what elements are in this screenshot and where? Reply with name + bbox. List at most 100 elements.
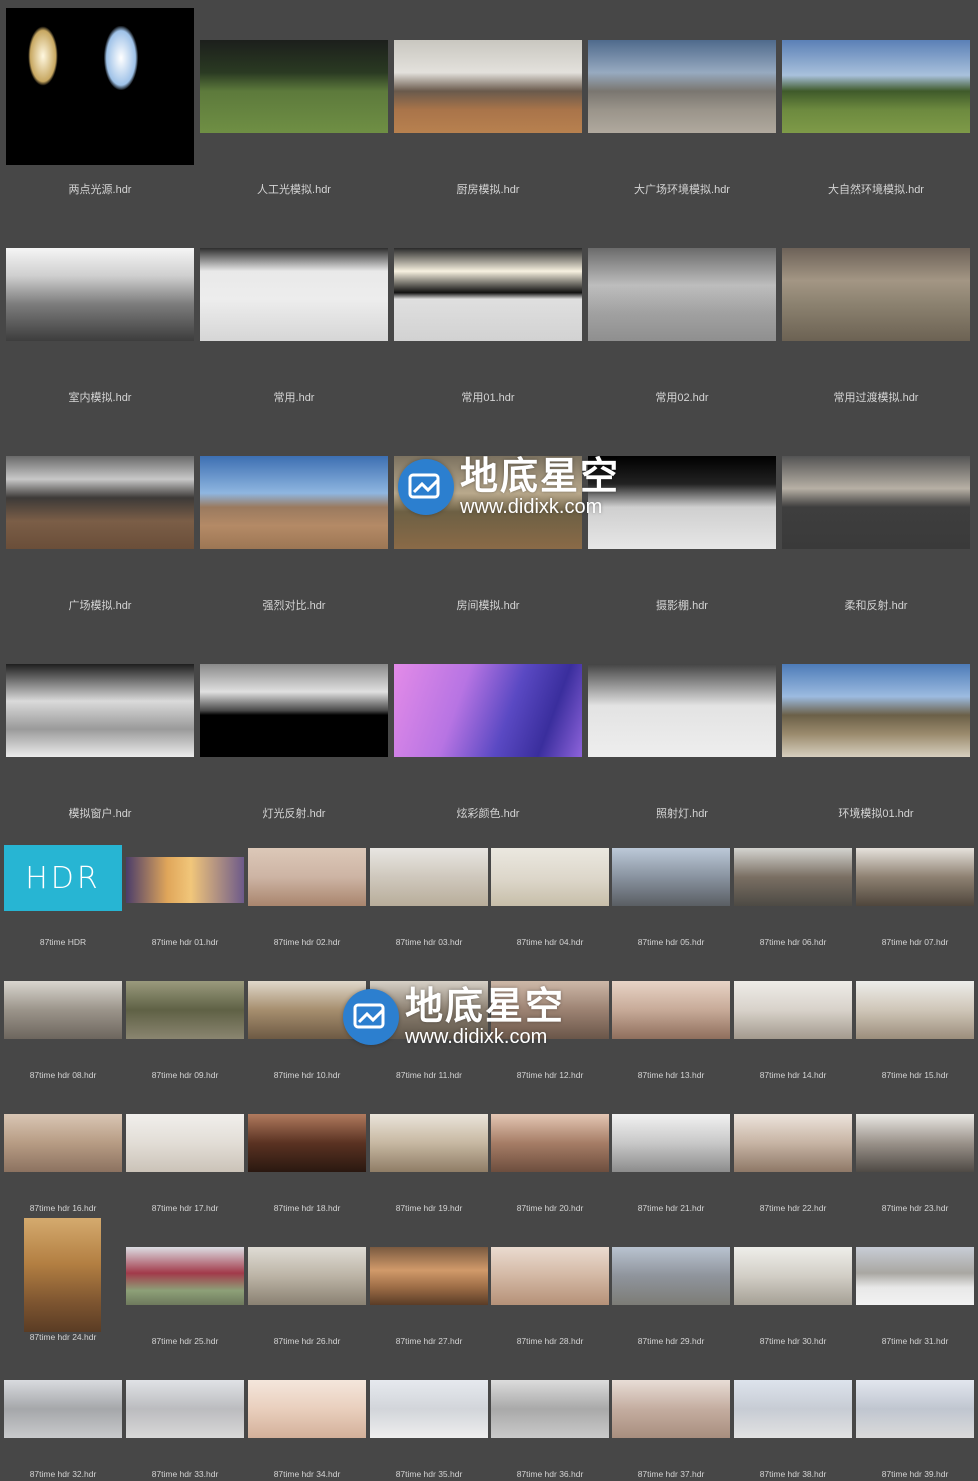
- hdr-file-item[interactable]: 厨房模拟.hdr: [394, 0, 582, 200]
- hdr-thumbnail[interactable]: [24, 1218, 101, 1332]
- hdr-file-item[interactable]: 摄影棚.hdr: [588, 416, 776, 616]
- hdr-thumbnail[interactable]: [491, 848, 609, 906]
- hdr-file-item[interactable]: 环境模拟01.hdr: [782, 624, 970, 824]
- hdr-thumbnail[interactable]: [491, 981, 609, 1039]
- hdr-file-item[interactable]: 室内模拟.hdr: [6, 208, 194, 408]
- hdr-thumbnail[interactable]: [126, 1114, 244, 1172]
- hdr-file-item[interactable]: 87time hdr 16.hdr: [4, 1111, 122, 1215]
- hdr-thumbnail[interactable]: [856, 981, 974, 1039]
- hdr-file-item[interactable]: 87time hdr 35.hdr: [370, 1377, 488, 1481]
- hdr-file-item[interactable]: HDR 87time HDR: [4, 845, 122, 949]
- hdr-file-item[interactable]: 87time hdr 39.hdr: [856, 1377, 974, 1481]
- hdr-thumbnail[interactable]: [612, 1247, 730, 1305]
- hdr-file-item[interactable]: 87time hdr 36.hdr: [491, 1377, 609, 1481]
- hdr-thumbnail[interactable]: HDR: [4, 845, 122, 911]
- hdr-file-item[interactable]: 87time hdr 07.hdr: [856, 845, 974, 949]
- hdr-file-item[interactable]: 常用01.hdr: [394, 208, 582, 408]
- hdr-thumbnail[interactable]: [200, 40, 388, 133]
- hdr-file-item[interactable]: 87time hdr 02.hdr: [248, 845, 366, 949]
- hdr-file-item[interactable]: 87time hdr 06.hdr: [734, 845, 852, 949]
- hdr-file-item[interactable]: 87time hdr 20.hdr: [491, 1111, 609, 1215]
- hdr-thumbnail[interactable]: [588, 40, 776, 133]
- hdr-thumbnail[interactable]: [856, 1114, 974, 1172]
- hdr-file-item[interactable]: 87time hdr 15.hdr: [856, 978, 974, 1082]
- hdr-file-item[interactable]: 大自然环境模拟.hdr: [782, 0, 970, 200]
- hdr-file-item[interactable]: 常用.hdr: [200, 208, 388, 408]
- hdr-file-item[interactable]: 87time hdr 31.hdr: [856, 1244, 974, 1348]
- hdr-thumbnail[interactable]: [612, 1380, 730, 1438]
- hdr-file-item[interactable]: 两点光源.hdr: [6, 0, 194, 200]
- hdr-thumbnail[interactable]: [6, 8, 194, 165]
- hdr-thumbnail[interactable]: [394, 456, 582, 549]
- hdr-file-item[interactable]: 87time hdr 33.hdr: [126, 1377, 244, 1481]
- hdr-thumbnail[interactable]: [200, 456, 388, 549]
- hdr-thumbnail[interactable]: [782, 248, 970, 341]
- hdr-file-item[interactable]: 87time hdr 05.hdr: [612, 845, 730, 949]
- hdr-thumbnail[interactable]: [588, 456, 776, 549]
- hdr-thumbnail[interactable]: [248, 1380, 366, 1438]
- hdr-thumbnail[interactable]: [248, 848, 366, 906]
- hdr-file-item[interactable]: 人工光模拟.hdr: [200, 0, 388, 200]
- hdr-file-item[interactable]: 常用过渡模拟.hdr: [782, 208, 970, 408]
- hdr-thumbnail[interactable]: [856, 848, 974, 906]
- hdr-thumbnail[interactable]: [126, 1380, 244, 1438]
- hdr-thumbnail[interactable]: [4, 981, 122, 1039]
- hdr-thumbnail[interactable]: [588, 664, 776, 757]
- hdr-file-item[interactable]: 炫彩颜色.hdr: [394, 624, 582, 824]
- hdr-thumbnail[interactable]: [248, 981, 366, 1039]
- hdr-file-item[interactable]: 强烈对比.hdr: [200, 416, 388, 616]
- hdr-thumbnail[interactable]: [4, 1114, 122, 1172]
- hdr-file-item[interactable]: 87time hdr 25.hdr: [126, 1244, 244, 1348]
- hdr-file-item[interactable]: 柔和反射.hdr: [782, 416, 970, 616]
- hdr-thumbnail[interactable]: [248, 1114, 366, 1172]
- hdr-file-item[interactable]: 87time hdr 30.hdr: [734, 1244, 852, 1348]
- hdr-thumbnail[interactable]: [4, 1380, 122, 1438]
- hdr-thumbnail[interactable]: [248, 1247, 366, 1305]
- hdr-thumbnail[interactable]: [370, 1380, 488, 1438]
- hdr-thumbnail[interactable]: [588, 248, 776, 341]
- hdr-thumbnail[interactable]: [200, 664, 388, 757]
- hdr-file-item[interactable]: 87time hdr 29.hdr: [612, 1244, 730, 1348]
- hdr-thumbnail[interactable]: [782, 456, 970, 549]
- hdr-thumbnail[interactable]: [491, 1114, 609, 1172]
- hdr-file-item[interactable]: 常用02.hdr: [588, 208, 776, 408]
- hdr-file-item[interactable]: 87time hdr 04.hdr: [491, 845, 609, 949]
- hdr-file-item[interactable]: 87time hdr 09.hdr: [126, 978, 244, 1082]
- hdr-thumbnail[interactable]: [734, 1247, 852, 1305]
- hdr-thumbnail[interactable]: [734, 1114, 852, 1172]
- hdr-thumbnail[interactable]: [612, 848, 730, 906]
- hdr-thumbnail[interactable]: [612, 981, 730, 1039]
- hdr-file-item[interactable]: 87time hdr 22.hdr: [734, 1111, 852, 1215]
- hdr-thumbnail[interactable]: [734, 981, 852, 1039]
- hdr-file-item[interactable]: 87time hdr 23.hdr: [856, 1111, 974, 1215]
- hdr-thumbnail[interactable]: [6, 248, 194, 341]
- hdr-file-item[interactable]: 87time hdr 10.hdr: [248, 978, 366, 1082]
- hdr-file-item[interactable]: 87time hdr 32.hdr: [4, 1377, 122, 1481]
- hdr-thumbnail[interactable]: [394, 248, 582, 341]
- hdr-thumbnail[interactable]: [394, 664, 582, 757]
- hdr-file-item[interactable]: 模拟窗户.hdr: [6, 624, 194, 824]
- hdr-file-item[interactable]: 87time hdr 34.hdr: [248, 1377, 366, 1481]
- hdr-file-item[interactable]: 大广场环境模拟.hdr: [588, 0, 776, 200]
- hdr-thumbnail[interactable]: [126, 857, 244, 903]
- hdr-file-item[interactable]: 照射灯.hdr: [588, 624, 776, 824]
- hdr-file-item[interactable]: 87time hdr 08.hdr: [4, 978, 122, 1082]
- hdr-thumbnail[interactable]: [370, 848, 488, 906]
- hdr-thumbnail[interactable]: [734, 1380, 852, 1438]
- hdr-thumbnail[interactable]: [370, 1247, 488, 1305]
- hdr-file-item[interactable]: 房间模拟.hdr: [394, 416, 582, 616]
- hdr-file-item[interactable]: 灯光反射.hdr: [200, 624, 388, 824]
- hdr-thumbnail[interactable]: [6, 664, 194, 757]
- hdr-file-item[interactable]: 87time hdr 37.hdr: [612, 1377, 730, 1481]
- hdr-file-item[interactable]: 87time hdr 28.hdr: [491, 1244, 609, 1348]
- hdr-file-item[interactable]: 87time hdr 18.hdr: [248, 1111, 366, 1215]
- hdr-thumbnail[interactable]: [200, 248, 388, 341]
- hdr-thumbnail[interactable]: [394, 40, 582, 133]
- hdr-file-item[interactable]: 87time hdr 12.hdr: [491, 978, 609, 1082]
- hdr-file-item[interactable]: 87time hdr 17.hdr: [126, 1111, 244, 1215]
- hdr-file-item[interactable]: 87time hdr 27.hdr: [370, 1244, 488, 1348]
- hdr-thumbnail[interactable]: [856, 1247, 974, 1305]
- hdr-thumbnail[interactable]: [491, 1247, 609, 1305]
- hdr-thumbnail[interactable]: [126, 981, 244, 1039]
- hdr-thumbnail[interactable]: [612, 1114, 730, 1172]
